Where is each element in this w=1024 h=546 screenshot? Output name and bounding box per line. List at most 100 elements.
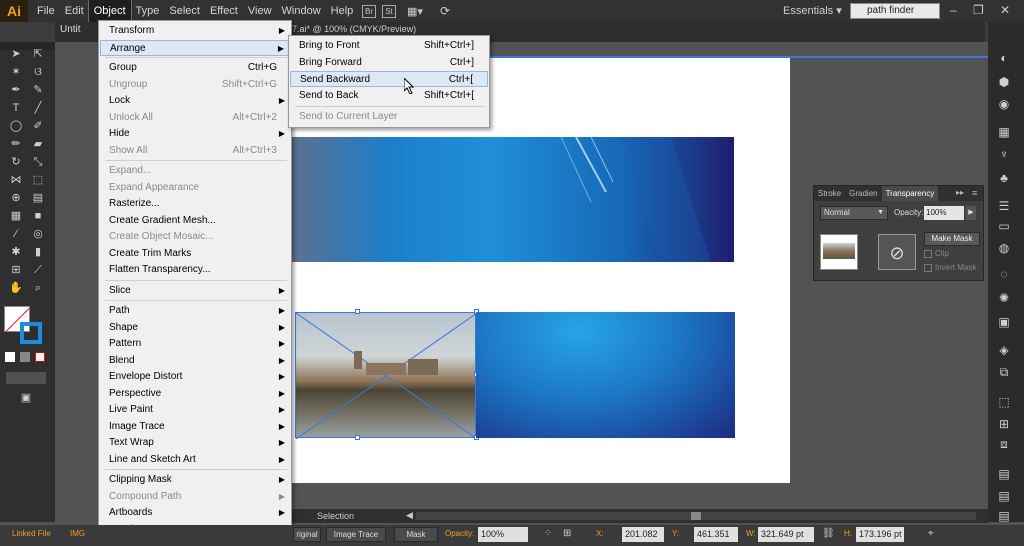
- align-grid-icon[interactable]: ⁘: [544, 528, 552, 539]
- arrange-menu-item[interactable]: Bring to Front Shift+Ctrl+]: [290, 38, 488, 54]
- menu-select[interactable]: Select: [164, 0, 205, 22]
- artboards-panel-icon[interactable]: ▣: [994, 314, 1014, 330]
- object-menu-item[interactable]: Arrange ▶: [100, 39, 291, 56]
- panel-collapse-icon[interactable]: ▸▸: [956, 188, 964, 197]
- object-menu-item[interactable]: Show All Alt+Ctrl+3: [100, 143, 291, 159]
- object-menu-item[interactable]: Flatten Transparency...: [100, 262, 291, 278]
- clip-checkbox[interactable]: [924, 250, 932, 258]
- pencil-icon[interactable]: ✏: [8, 136, 24, 152]
- lasso-icon[interactable]: ଓ: [30, 64, 46, 80]
- object-menu-item[interactable]: Shape ▶: [100, 320, 291, 336]
- minimize-icon[interactable]: –: [950, 3, 957, 17]
- menu-window[interactable]: Window: [277, 0, 326, 22]
- eyedropper-icon[interactable]: ⁄: [8, 226, 24, 242]
- shape-builder-icon[interactable]: ⊕: [8, 190, 24, 206]
- menu-object[interactable]: Object: [87, 0, 132, 23]
- zoom-icon[interactable]: ⌕: [30, 280, 46, 296]
- swatches-grid-icon[interactable]: ▦: [994, 124, 1014, 140]
- object-menu-item[interactable]: Hide ▶: [100, 126, 291, 142]
- arrange-menu-item[interactable]: Bring Forward Ctrl+]: [290, 55, 488, 71]
- make-mask-button[interactable]: Make Mask: [924, 232, 980, 246]
- object-menu-item[interactable]: Ungroup Shift+Ctrl+G: [100, 77, 291, 93]
- y-input[interactable]: 461.351 pt: [694, 527, 738, 546]
- object-menu-item[interactable]: Expand...: [100, 163, 291, 179]
- hand-icon[interactable]: ✋: [8, 280, 24, 296]
- object-menu-item[interactable]: Perspective ▶: [100, 386, 291, 402]
- horizontal-scrollbar[interactable]: [416, 512, 976, 520]
- draw-mode-icon[interactable]: [6, 372, 46, 384]
- color-panel-icon[interactable]: ◐: [994, 50, 1014, 66]
- opacity-status-input[interactable]: 100%: [478, 527, 528, 542]
- selection-tool-icon[interactable]: ➤: [8, 46, 24, 62]
- opentype-icon[interactable]: ▤: [994, 508, 1014, 524]
- w-input[interactable]: 321.649 pt: [758, 527, 814, 542]
- width-icon[interactable]: ⋈: [8, 172, 24, 188]
- menu-help[interactable]: Help: [326, 0, 359, 22]
- maximize-icon[interactable]: ❐: [973, 3, 984, 17]
- menu-type[interactable]: Type: [131, 0, 165, 22]
- stroke-panel-icon[interactable]: ☰: [994, 198, 1014, 214]
- object-menu-item[interactable]: Expand Appearance: [100, 180, 291, 196]
- eraser-icon[interactable]: ▰: [30, 136, 46, 152]
- gpu-icon[interactable]: ⟳: [440, 4, 456, 18]
- object-menu-item[interactable]: Create Gradient Mesh...: [100, 213, 291, 229]
- column-graph-icon[interactable]: ▮: [30, 244, 46, 260]
- perspective-grid-icon[interactable]: ▤: [30, 190, 46, 206]
- object-menu-item[interactable]: Slice ▶: [100, 283, 291, 299]
- opacity-input[interactable]: 100%: [924, 206, 964, 220]
- gradient-icon[interactable]: ■: [30, 208, 46, 224]
- object-menu-item[interactable]: Clipping Mask ▶: [100, 472, 291, 488]
- links-icon[interactable]: ⧉: [994, 364, 1014, 380]
- stock-button[interactable]: St: [382, 5, 396, 18]
- object-menu-item[interactable]: Live Paint ▶: [100, 402, 291, 418]
- handle-bottom[interactable]: [355, 435, 360, 440]
- swatches-icon[interactable]: ◉: [994, 96, 1014, 112]
- h-input[interactable]: 173.196 pt: [856, 527, 904, 542]
- object-menu-item[interactable]: Create Object Mosaic...: [100, 229, 291, 245]
- menu-edit[interactable]: Edit: [60, 0, 89, 22]
- placed-photo[interactable]: [295, 312, 478, 440]
- align-icon[interactable]: ⊞: [994, 416, 1014, 432]
- tab-stroke[interactable]: Stroke: [814, 186, 845, 201]
- mask-button[interactable]: Mask: [394, 527, 438, 542]
- color-mode-icon[interactable]: [5, 352, 15, 362]
- tab-transparency[interactable]: Transparency: [881, 186, 939, 201]
- original-button[interactable]: riginal: [293, 527, 321, 542]
- object-menu-item[interactable]: Lock ▶: [100, 93, 291, 109]
- arrange-menu-item[interactable]: Send to Current Layer: [290, 109, 488, 125]
- paintbrush-icon[interactable]: ✐: [30, 118, 46, 134]
- transform-panel-icon[interactable]: ⬚: [994, 394, 1014, 410]
- search-input[interactable]: path finder: [850, 3, 940, 19]
- object-menu-item[interactable]: Text Wrap ▶: [100, 435, 291, 451]
- object-menu-item[interactable]: Path ▶: [100, 303, 291, 319]
- panel-menu-icon[interactable]: ≡: [972, 188, 977, 198]
- image-trace-button[interactable]: Image Trace: [326, 527, 386, 542]
- pen-icon[interactable]: ✒: [8, 82, 24, 98]
- gradient-panel-icon[interactable]: ▭: [994, 218, 1014, 234]
- object-menu-item[interactable]: Blend ▶: [100, 353, 291, 369]
- invert-mask-checkbox[interactable]: [924, 264, 932, 272]
- opacity-slider-icon[interactable]: ▶: [966, 206, 976, 220]
- object-menu-item[interactable]: Line and Sketch Art ▶: [100, 452, 291, 468]
- curvature-icon[interactable]: ✎: [30, 82, 46, 98]
- document-tab-2[interactable]: 7.ai* @ 100% (CMYK/Preview): [292, 24, 416, 34]
- linked-file-label[interactable]: Linked File: [12, 529, 51, 538]
- paragraph-icon[interactable]: ▤: [994, 488, 1014, 504]
- rotate-icon[interactable]: ↻: [8, 154, 24, 170]
- direct-selection-icon[interactable]: ⇱: [30, 46, 46, 62]
- brushes-icon[interactable]: ♆: [994, 146, 1014, 162]
- handle-top[interactable]: [355, 309, 360, 314]
- stroke-swatch[interactable]: [20, 322, 42, 344]
- arrange-documents-icon[interactable]: ▦▾: [407, 5, 429, 18]
- graphic-styles-icon[interactable]: ✺: [994, 290, 1014, 306]
- artboard-icon[interactable]: ⊞: [8, 262, 24, 278]
- object-menu-item[interactable]: Rasterize...: [100, 196, 291, 212]
- menu-effect[interactable]: Effect: [205, 0, 243, 22]
- line-icon[interactable]: ╱: [30, 100, 46, 116]
- document-tab-1[interactable]: Untit: [60, 24, 90, 40]
- blend-mode-select[interactable]: Normal ▼: [820, 206, 888, 220]
- object-menu-item[interactable]: Pattern ▶: [100, 336, 291, 352]
- transform-icon[interactable]: ⌖: [928, 528, 934, 539]
- object-menu-item[interactable]: Artboards ▶: [100, 505, 291, 521]
- x-input[interactable]: 201.082 pt: [622, 527, 664, 546]
